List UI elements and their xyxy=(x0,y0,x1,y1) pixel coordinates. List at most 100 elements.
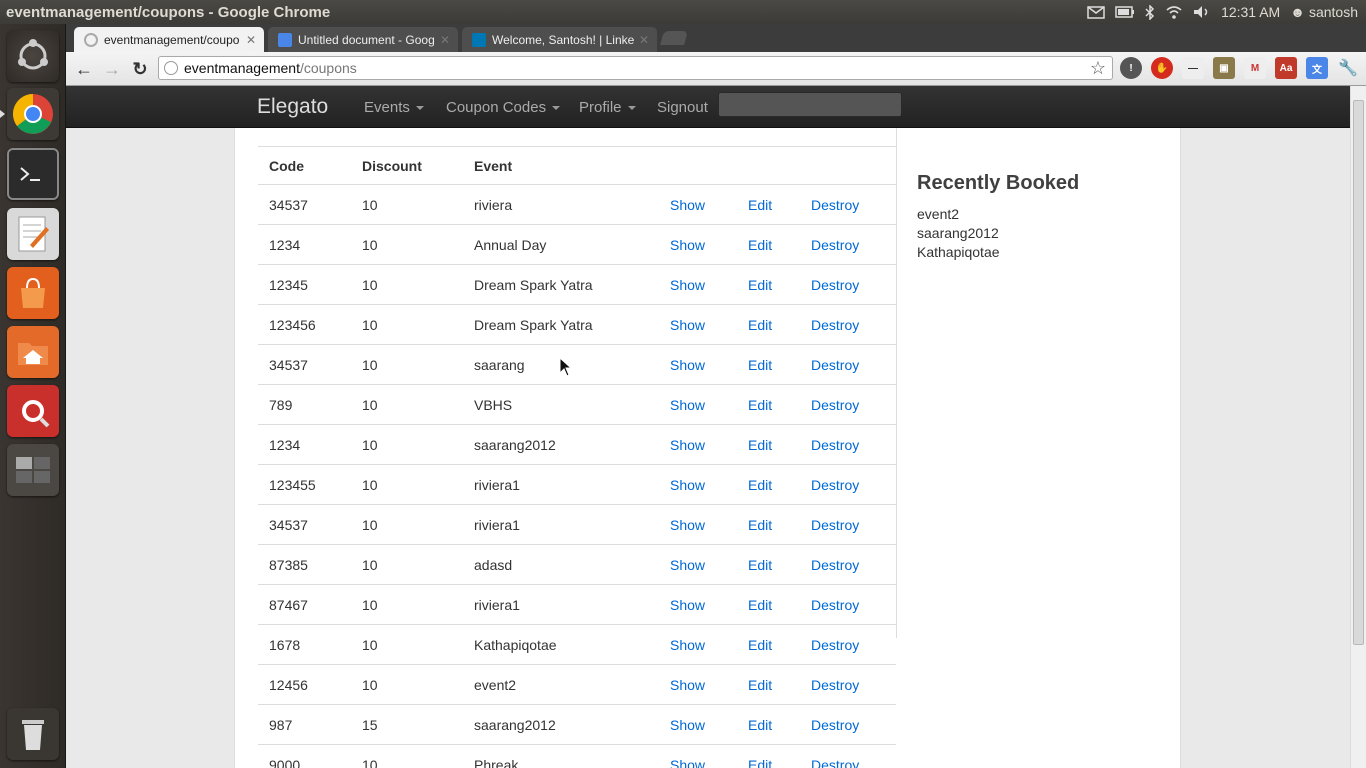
volume-icon[interactable] xyxy=(1193,5,1211,19)
address-bar[interactable]: eventmanagement/coupons ☆ xyxy=(158,56,1113,80)
destroy-link[interactable]: Destroy xyxy=(811,557,859,573)
wrench-menu-icon[interactable]: 🔧 xyxy=(1337,57,1359,79)
adblock-icon[interactable]: ✋ xyxy=(1151,57,1173,79)
header-code: Code xyxy=(258,146,351,185)
show-link[interactable]: Show xyxy=(670,357,705,373)
show-link[interactable]: Show xyxy=(670,557,705,573)
destroy-link[interactable]: Destroy xyxy=(811,317,859,333)
edit-link[interactable]: Edit xyxy=(748,397,772,413)
destroy-link[interactable]: Destroy xyxy=(811,717,859,733)
close-tab-icon[interactable]: ✕ xyxy=(246,33,256,47)
wifi-icon[interactable] xyxy=(1165,5,1183,19)
gmail-icon[interactable]: M xyxy=(1244,57,1266,79)
new-tab-button[interactable] xyxy=(660,31,688,45)
brand-logo[interactable]: Elegato xyxy=(257,95,328,119)
reload-button[interactable]: ↻ xyxy=(130,59,150,79)
vertical-scrollbar[interactable] xyxy=(1350,86,1366,768)
files-icon[interactable] xyxy=(7,326,59,378)
show-link[interactable]: Show xyxy=(670,517,705,533)
mail-icon[interactable] xyxy=(1087,5,1105,19)
trash-icon[interactable] xyxy=(7,708,59,760)
extension-icon-1[interactable]: ! xyxy=(1120,57,1142,79)
edit-link[interactable]: Edit xyxy=(748,637,772,653)
coupon-codes-menu[interactable]: Coupon Codes xyxy=(446,99,561,116)
edit-link[interactable]: Edit xyxy=(748,277,772,293)
edit-link[interactable]: Edit xyxy=(748,517,772,533)
dash-icon[interactable] xyxy=(7,30,59,82)
destroy-link[interactable]: Destroy xyxy=(811,517,859,533)
clock[interactable]: 12:31 AM xyxy=(1221,4,1280,20)
edit-link[interactable]: Edit xyxy=(748,477,772,493)
header-event: Event xyxy=(463,146,659,185)
settings-icon[interactable] xyxy=(7,385,59,437)
terminal-icon[interactable] xyxy=(7,148,59,200)
edit-link[interactable]: Edit xyxy=(748,437,772,453)
show-link[interactable]: Show xyxy=(670,757,705,768)
bookmark-star-icon[interactable]: ☆ xyxy=(1090,58,1106,79)
booked-event-item: saarang2012 xyxy=(917,225,999,241)
forward-button[interactable]: → xyxy=(102,59,122,79)
edit-link[interactable]: Edit xyxy=(748,717,772,733)
edit-link[interactable]: Edit xyxy=(748,597,772,613)
show-link[interactable]: Show xyxy=(670,477,705,493)
table-row: 1234 10 Annual Day Show Edit Destroy xyxy=(258,224,896,265)
show-link[interactable]: Show xyxy=(670,437,705,453)
destroy-link[interactable]: Destroy xyxy=(811,197,859,213)
tab-linkedin[interactable]: Welcome, Santosh! | Linke ✕ xyxy=(462,27,657,52)
signout-link[interactable]: Signout xyxy=(657,99,708,116)
events-menu[interactable]: Events xyxy=(364,99,424,116)
edit-link[interactable]: Edit xyxy=(748,317,772,333)
table-row: 1234 10 saarang2012 Show Edit Destroy xyxy=(258,424,896,465)
back-button[interactable]: ← xyxy=(74,59,94,79)
show-link[interactable]: Show xyxy=(670,717,705,733)
event-cell: saarang2012 xyxy=(463,704,659,745)
profile-menu[interactable]: Profile xyxy=(579,99,636,116)
extension-icon-4[interactable]: ▣ xyxy=(1213,57,1235,79)
page-info-icon[interactable] xyxy=(164,61,178,75)
destroy-link[interactable]: Destroy xyxy=(811,277,859,293)
chrome-icon[interactable] xyxy=(0,88,59,140)
battery-icon[interactable] xyxy=(1115,6,1135,18)
destroy-cell: Destroy xyxy=(800,224,896,265)
destroy-link[interactable]: Destroy xyxy=(811,357,859,373)
edit-link[interactable]: Edit xyxy=(748,197,772,213)
show-link[interactable]: Show xyxy=(670,397,705,413)
column-divider xyxy=(896,128,897,638)
search-input[interactable] xyxy=(718,92,902,117)
show-link[interactable]: Show xyxy=(670,277,705,293)
edit-link[interactable]: Edit xyxy=(748,357,772,373)
show-link[interactable]: Show xyxy=(670,637,705,653)
destroy-link[interactable]: Destroy xyxy=(811,637,859,653)
show-link[interactable]: Show xyxy=(670,597,705,613)
tab-coupons[interactable]: eventmanagement/coupo ✕ xyxy=(74,27,264,52)
show-link[interactable]: Show xyxy=(670,197,705,213)
extension-icon-3[interactable]: ― xyxy=(1182,57,1204,79)
destroy-link[interactable]: Destroy xyxy=(811,597,859,613)
destroy-link[interactable]: Destroy xyxy=(811,677,859,693)
close-tab-icon[interactable]: ✕ xyxy=(440,33,450,47)
scrollbar-thumb[interactable] xyxy=(1353,100,1364,645)
show-link[interactable]: Show xyxy=(670,237,705,253)
show-link[interactable]: Show xyxy=(670,317,705,333)
edit-link[interactable]: Edit xyxy=(748,237,772,253)
text-editor-icon[interactable] xyxy=(7,208,59,260)
destroy-link[interactable]: Destroy xyxy=(811,237,859,253)
software-center-icon[interactable] xyxy=(7,267,59,319)
tab-google-doc[interactable]: Untitled document - Goog ✕ xyxy=(268,27,458,52)
bluetooth-icon[interactable] xyxy=(1145,4,1155,20)
edit-link[interactable]: Edit xyxy=(748,557,772,573)
destroy-link[interactable]: Destroy xyxy=(811,757,859,768)
destroy-link[interactable]: Destroy xyxy=(811,477,859,493)
destroy-link[interactable]: Destroy xyxy=(811,397,859,413)
show-cell: Show xyxy=(659,384,737,425)
workspace-switcher-icon[interactable] xyxy=(7,444,59,496)
show-link[interactable]: Show xyxy=(670,677,705,693)
user-menu[interactable]: ☻ santosh xyxy=(1290,4,1358,20)
edit-link[interactable]: Edit xyxy=(748,677,772,693)
destroy-link[interactable]: Destroy xyxy=(811,437,859,453)
close-tab-icon[interactable]: ✕ xyxy=(639,33,649,47)
dictionary-icon[interactable]: Aa xyxy=(1275,57,1297,79)
edit-link[interactable]: Edit xyxy=(748,757,772,768)
unity-launcher xyxy=(0,24,66,768)
translate-icon[interactable]: 文 xyxy=(1306,57,1328,79)
